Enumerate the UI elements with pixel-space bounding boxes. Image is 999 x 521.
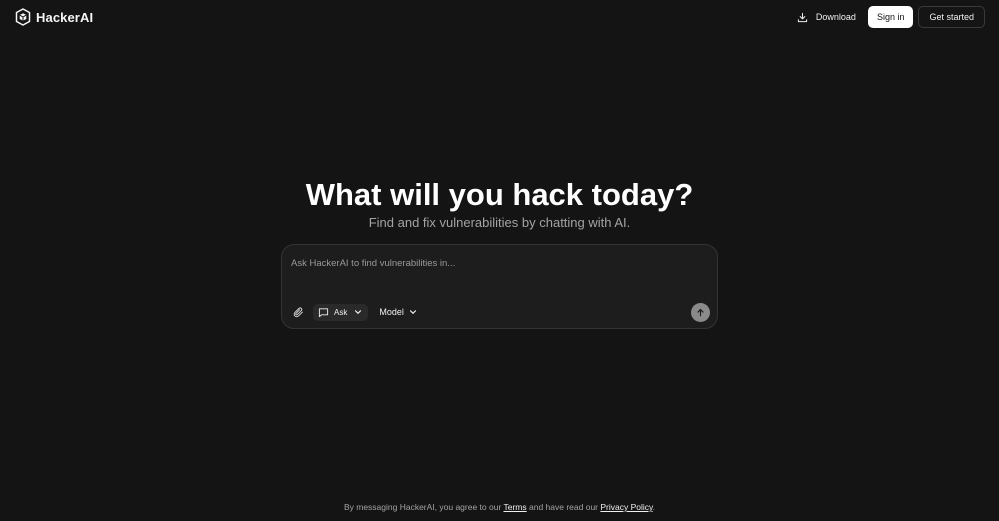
paperclip-icon	[293, 306, 303, 317]
download-icon	[797, 12, 808, 22]
model-selector[interactable]: Model	[374, 304, 422, 321]
footer-middle: and have read our	[526, 502, 601, 512]
page: HackerAI Download Sign in Get started Wh…	[0, 0, 999, 521]
chat-composer: Ask Model	[281, 244, 718, 329]
top-nav: HackerAI Download Sign in Get started	[0, 0, 999, 34]
composer-toolbar: Ask Model	[289, 303, 422, 321]
download-label: Download	[815, 12, 856, 22]
arrow-up-icon	[697, 308, 704, 317]
page-subtitle: Find and fix vulnerabilities by chatting…	[368, 215, 631, 230]
message-square-icon	[318, 307, 329, 317]
footer-suffix: .	[652, 502, 656, 512]
hero: What will you hack today? Find and fix v…	[0, 176, 999, 231]
mode-label: Ask	[334, 307, 348, 317]
brand-name: HackerAI	[36, 9, 94, 25]
brand[interactable]: HackerAI	[15, 8, 93, 26]
get-started-button[interactable]: Get started	[918, 6, 985, 28]
download-button[interactable]: Download	[787, 6, 866, 28]
send-button[interactable]	[691, 303, 710, 322]
chevron-down-icon	[355, 310, 362, 314]
hackerai-logo-icon	[15, 8, 31, 26]
page-title: What will you hack today?	[305, 177, 694, 212]
mode-selector[interactable]: Ask	[313, 303, 369, 321]
model-label: Model	[379, 307, 404, 317]
legal-footer: By messaging HackerAI, you agree to our …	[0, 502, 999, 512]
chevron-down-icon	[409, 310, 416, 314]
attach-button[interactable]	[289, 303, 307, 321]
terms-link[interactable]: Terms	[504, 502, 527, 512]
privacy-policy-link[interactable]: Privacy Policy	[600, 502, 652, 512]
header-actions: Download Sign in Get started	[787, 6, 985, 28]
sign-in-button[interactable]: Sign in	[867, 6, 914, 28]
footer-prefix: By messaging HackerAI, you agree to our	[343, 502, 504, 512]
chat-input[interactable]	[291, 253, 709, 273]
